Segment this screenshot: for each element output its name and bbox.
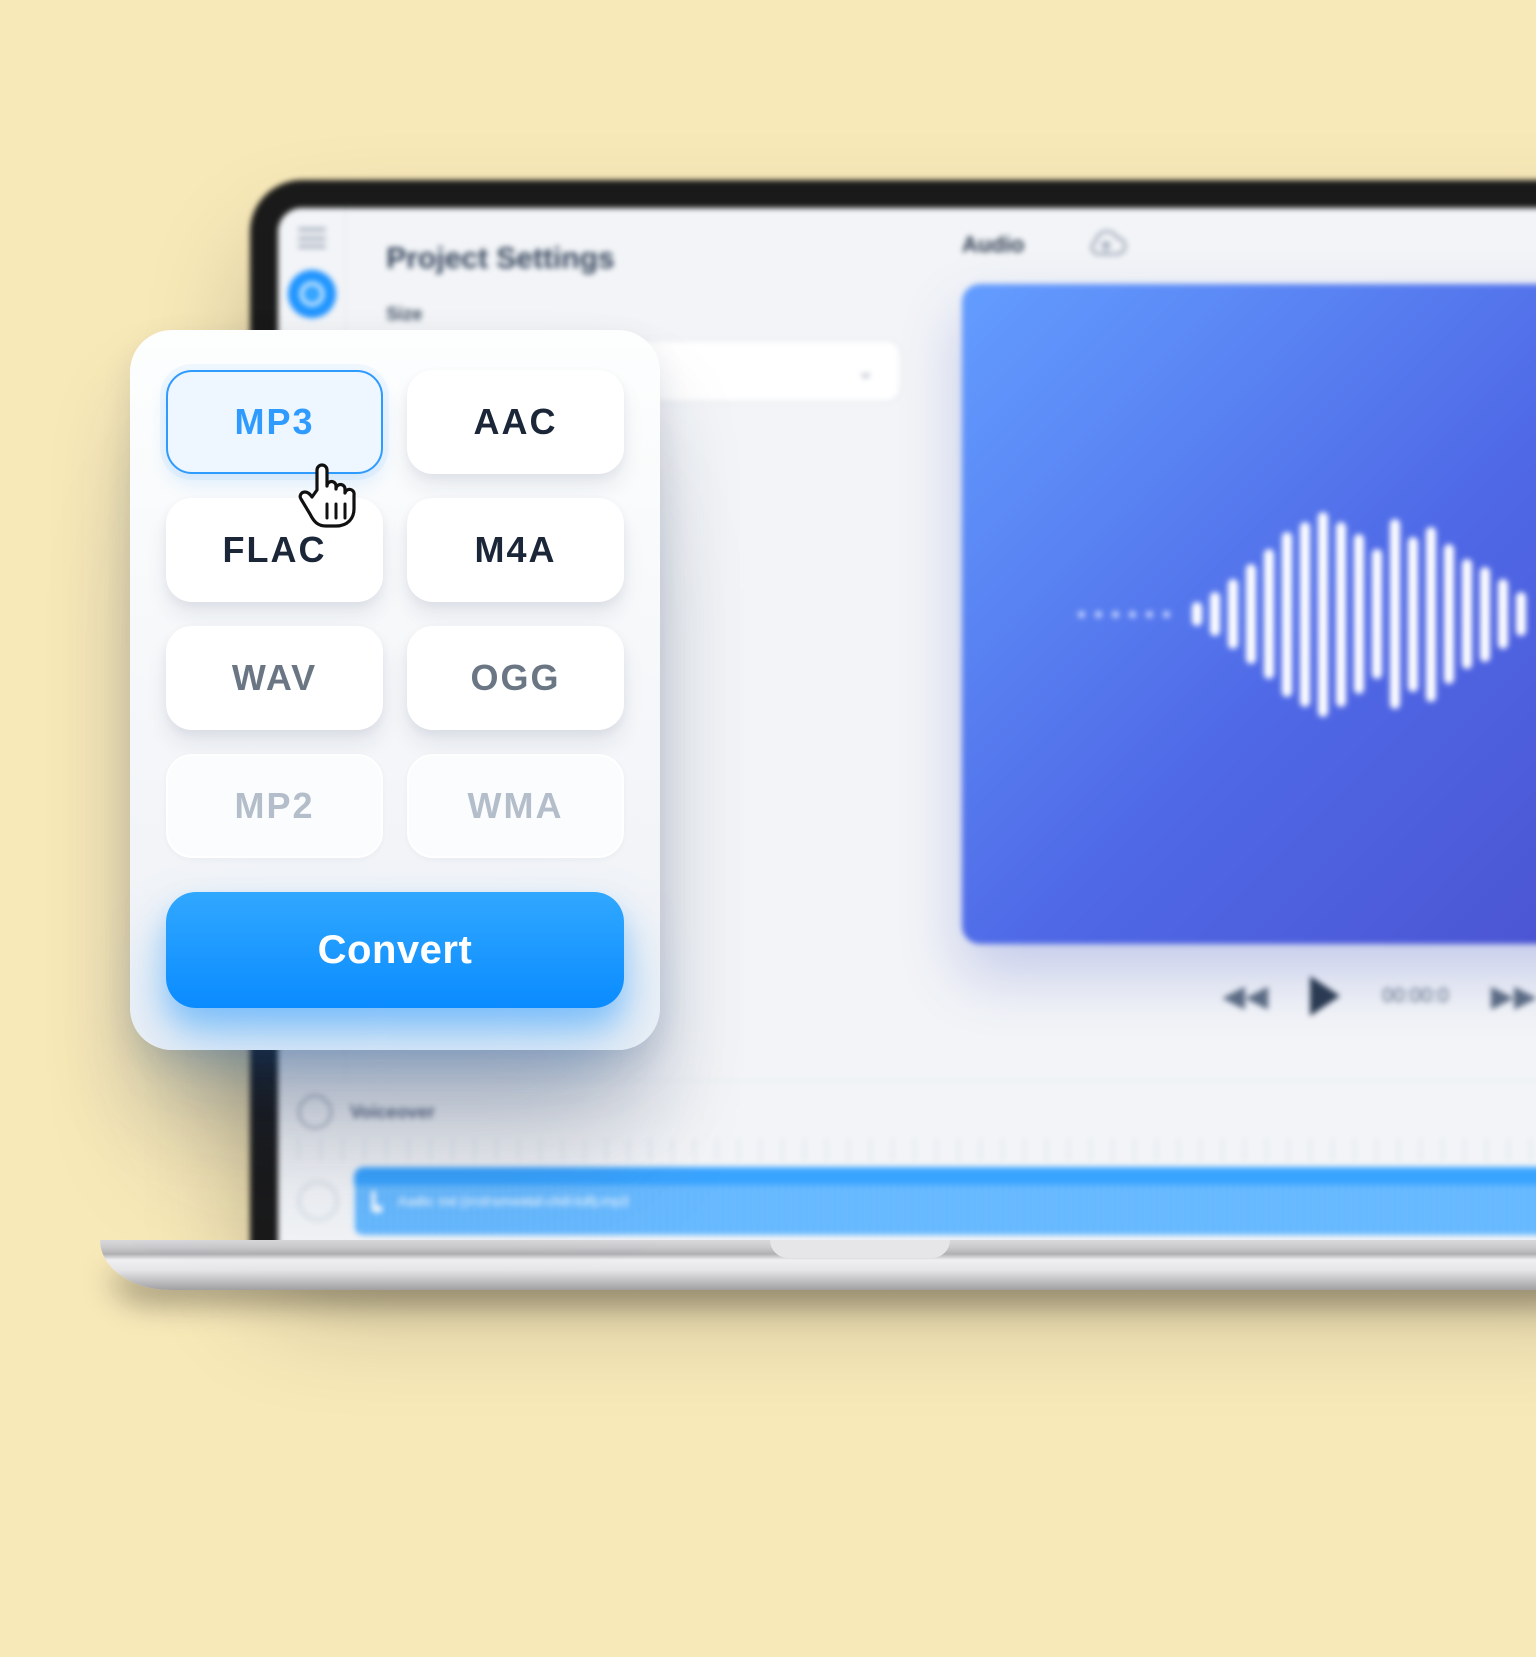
size-label: Size [386, 304, 902, 325]
voiceover-label: Voiceover [350, 1102, 435, 1123]
rewind-icon[interactable]: ◀◀ [1222, 979, 1268, 1014]
format-option-wma[interactable]: WMA [407, 754, 624, 858]
waveform-icon [1078, 512, 1526, 717]
play-icon[interactable] [1310, 976, 1340, 1016]
format-grid: MP3 AAC FLAC M4A WAV OGG MP2 WMA [166, 370, 624, 858]
panel-title: Project Settings [386, 242, 902, 276]
forward-icon[interactable]: ▶▶ [1491, 979, 1536, 1014]
tab-audio[interactable]: Audio [962, 232, 1024, 258]
format-option-mp3[interactable]: MP3 [166, 370, 383, 474]
format-option-ogg[interactable]: OGG [407, 626, 624, 730]
timeline: Voiceover Audio trxt (instrumental-chill… [278, 1080, 1536, 1250]
format-option-wav[interactable]: WAV [166, 626, 383, 730]
music-note-icon [372, 1191, 388, 1211]
format-option-flac[interactable]: FLAC [166, 498, 383, 602]
clip-name: Audio trxt (instrumental-chill-lofi).mp3 [398, 1193, 629, 1209]
cloud-upload-icon[interactable] [1084, 230, 1128, 260]
track-settings-icon[interactable] [298, 1181, 338, 1221]
audio-preview [962, 284, 1536, 944]
audio-clip[interactable]: Audio trxt (instrumental-chill-lofi).mp3 [354, 1167, 1536, 1235]
format-card: MP3 AAC FLAC M4A WAV OGG MP2 WMA Convert [130, 330, 660, 1050]
settings-icon[interactable] [288, 270, 336, 318]
mic-icon[interactable] [298, 1095, 332, 1129]
format-option-m4a[interactable]: M4A [407, 498, 624, 602]
laptop-base [100, 1240, 1536, 1290]
time-display: 00:00:0 [1382, 985, 1449, 1008]
chevron-down-icon: ⌄ [857, 359, 874, 384]
time-ruler[interactable] [298, 1139, 1536, 1161]
convert-button[interactable]: Convert [166, 892, 624, 1008]
player-controls: ◀◀ 00:00:0 ▶▶ [962, 944, 1536, 1016]
format-option-mp2[interactable]: MP2 [166, 754, 383, 858]
format-option-aac[interactable]: AAC [407, 370, 624, 474]
menu-icon[interactable] [298, 228, 326, 248]
